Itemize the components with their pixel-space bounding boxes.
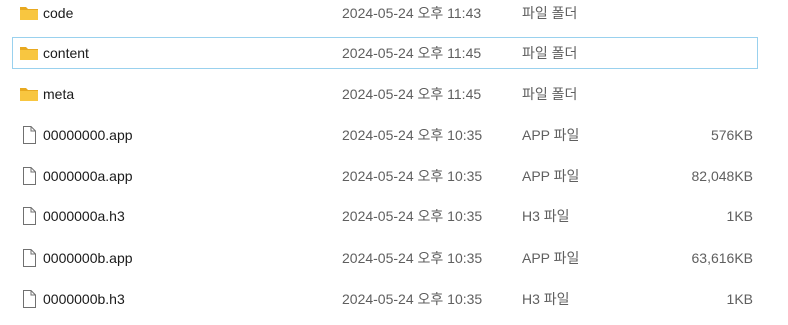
date-modified: 2024-05-24 오후 10:35: [342, 250, 483, 266]
date-modified: 2024-05-24 오후 10:35: [342, 127, 483, 143]
file-type: APP 파일: [522, 127, 580, 143]
folder-icon: [19, 3, 39, 23]
date-modified: 2024-05-24 오후 10:35: [342, 208, 483, 224]
file-name: 0000000a.app: [43, 168, 133, 184]
file-list: code 2024-05-24 오후 11:43 파일 폴더 content 2…: [0, 0, 788, 325]
file-name: 00000000.app: [43, 127, 133, 143]
file-row-content[interactable]: content 2024-05-24 오후 11:45 파일 폴더: [12, 37, 758, 69]
file-type: H3 파일: [522, 208, 570, 224]
file-name: 0000000b.h3: [43, 291, 125, 307]
file-name: 0000000a.h3: [43, 208, 125, 224]
file-name: content: [43, 45, 89, 61]
file-icon: [19, 248, 39, 268]
file-size: 63,616KB: [691, 250, 754, 266]
file-type: 파일 폴더: [522, 45, 578, 61]
file-type: APP 파일: [522, 168, 580, 184]
file-type: 파일 폴더: [522, 86, 578, 102]
file-type: APP 파일: [522, 250, 580, 266]
file-size: 1KB: [726, 291, 753, 307]
file-name: meta: [43, 86, 75, 102]
date-modified: 2024-05-24 오후 11:43: [342, 5, 482, 21]
file-name: code: [43, 5, 74, 21]
file-type: 파일 폴더: [522, 5, 578, 21]
file-icon: [19, 289, 39, 309]
file-type: H3 파일: [522, 291, 570, 307]
file-icon: [19, 206, 39, 226]
file-row-0000000b-h3[interactable]: 0000000b.h3 2024-05-24 오후 10:35 H3 파일 1K…: [12, 283, 758, 315]
file-icon: [19, 125, 39, 145]
folder-icon: [19, 43, 39, 63]
file-row-meta[interactable]: meta 2024-05-24 오후 11:45 파일 폴더: [12, 78, 758, 110]
file-icon: [19, 166, 39, 186]
file-row-0000000a-app[interactable]: 0000000a.app 2024-05-24 오후 10:35 APP 파일 …: [12, 160, 758, 192]
file-size: 82,048KB: [691, 168, 754, 184]
file-row-00000000-app[interactable]: 00000000.app 2024-05-24 오후 10:35 APP 파일 …: [12, 119, 758, 151]
date-modified: 2024-05-24 오후 10:35: [342, 168, 483, 184]
date-modified: 2024-05-24 오후 11:45: [342, 45, 482, 61]
file-row-0000000a-h3[interactable]: 0000000a.h3 2024-05-24 오후 10:35 H3 파일 1K…: [12, 200, 758, 232]
file-row-0000000b-app[interactable]: 0000000b.app 2024-05-24 오후 10:35 APP 파일 …: [12, 242, 758, 274]
file-row-code[interactable]: code 2024-05-24 오후 11:43 파일 폴더: [12, 0, 758, 29]
folder-icon: [19, 84, 39, 104]
file-size: 1KB: [726, 208, 753, 224]
file-name: 0000000b.app: [43, 250, 133, 266]
date-modified: 2024-05-24 오후 11:45: [342, 86, 482, 102]
date-modified: 2024-05-24 오후 10:35: [342, 291, 483, 307]
file-size: 576KB: [710, 127, 753, 143]
